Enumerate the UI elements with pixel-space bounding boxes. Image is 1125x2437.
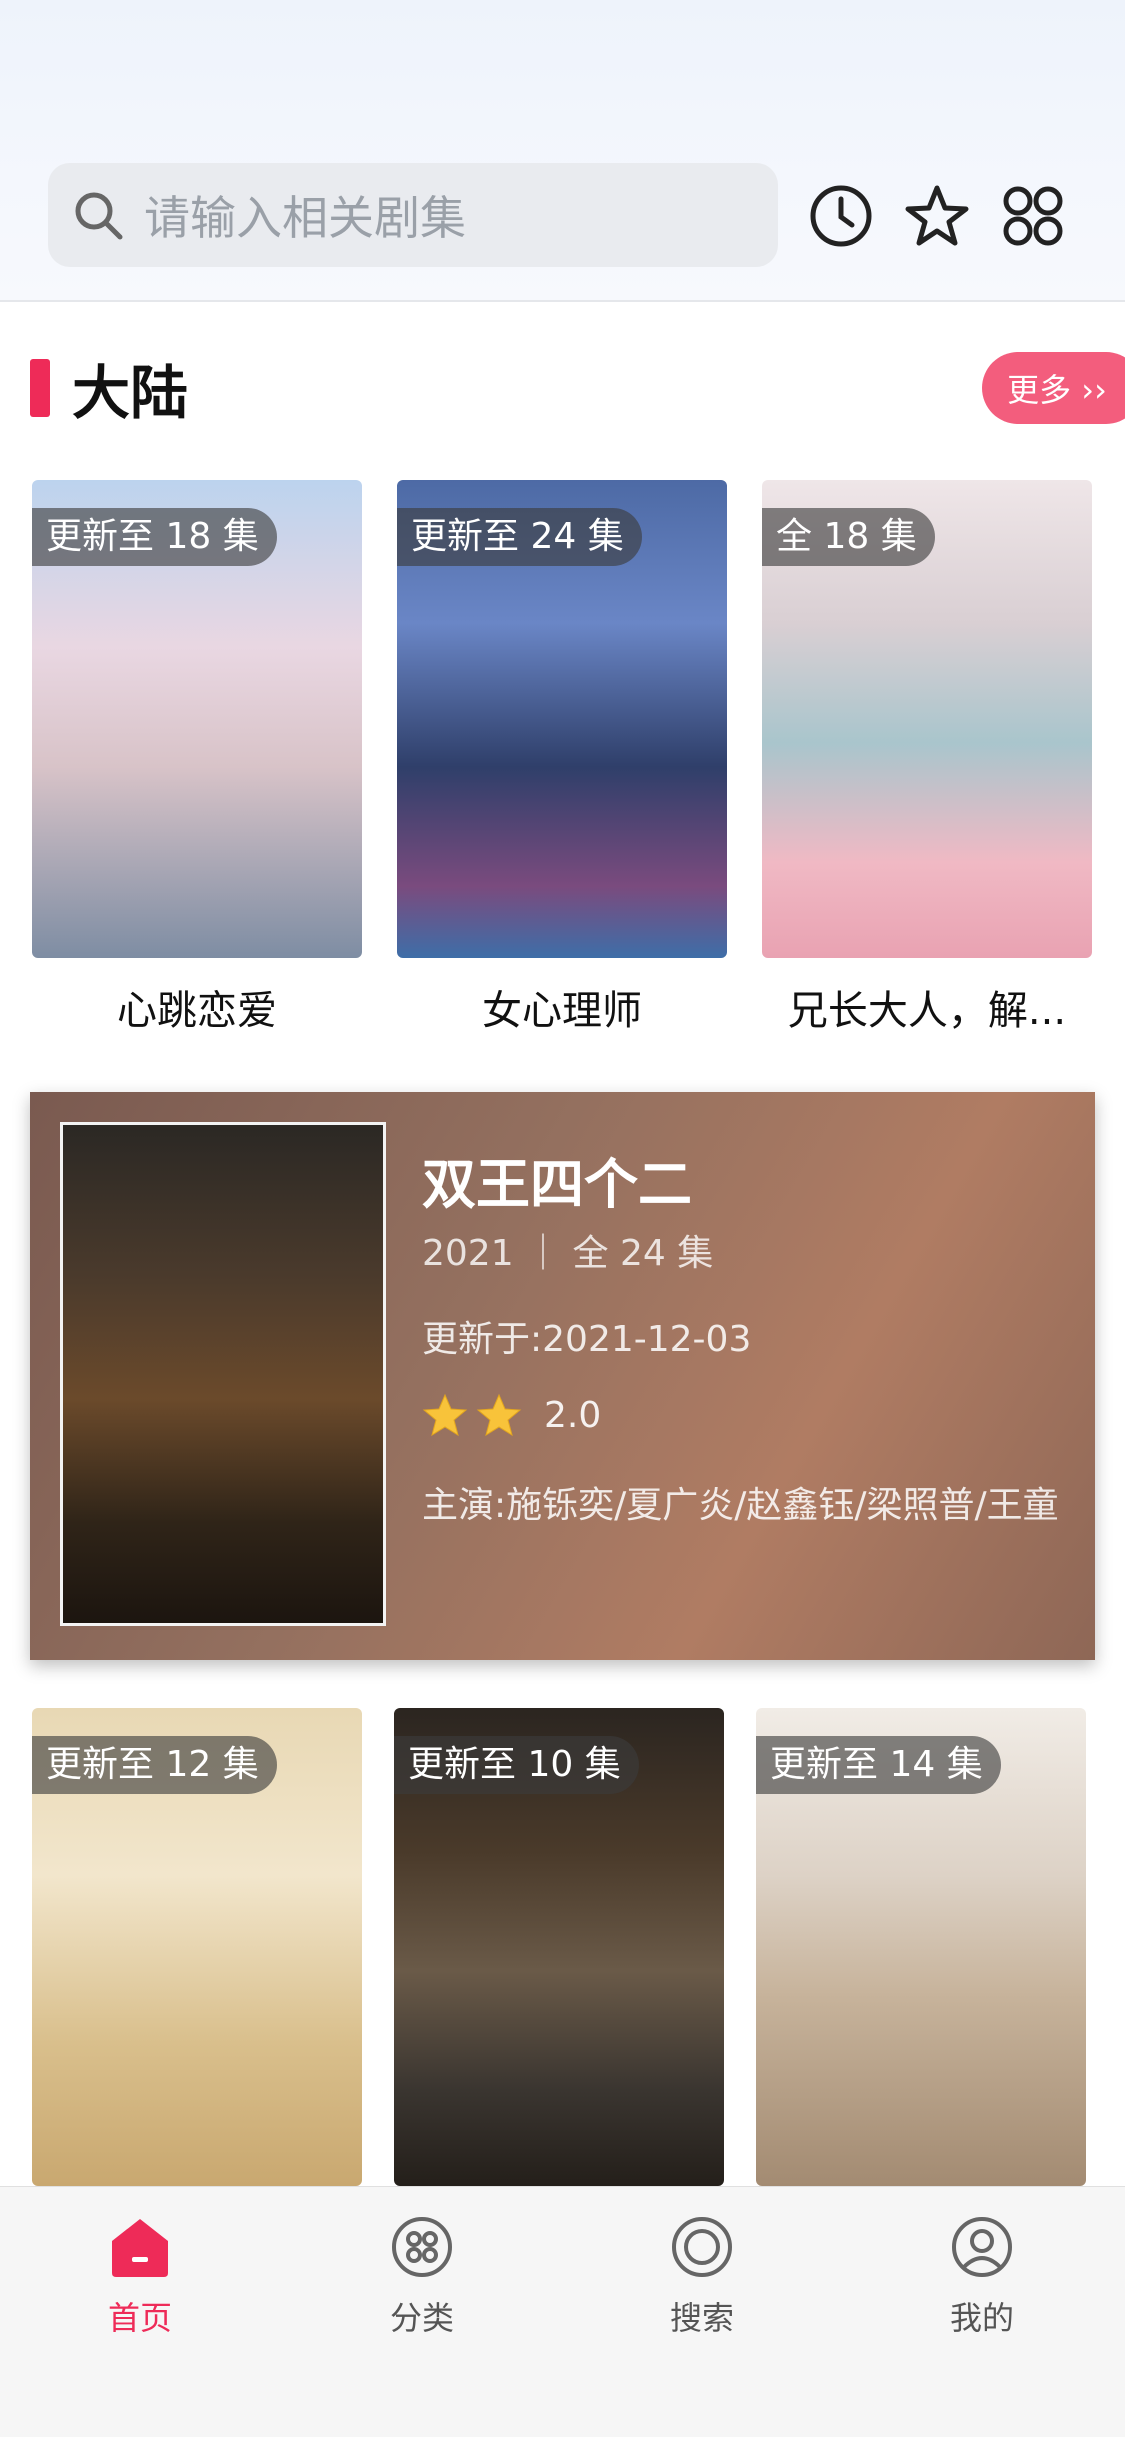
section-header: 大陆 [30, 356, 188, 427]
poster-card[interactable]: 更新至 14 集 [756, 1708, 1086, 2186]
section-title: 大陆 [72, 359, 189, 427]
nav-profile[interactable]: 我的 [892, 2215, 1072, 2339]
profile-icon [952, 2217, 1012, 2277]
episode-badge: 更新至 12 集 [32, 1736, 277, 1794]
search-placeholder: 请输入相关剧集 [144, 191, 466, 245]
poster-card[interactable]: 更新至 24 集 [397, 480, 727, 958]
category-icon [392, 2217, 452, 2277]
nav-search[interactable]: 搜索 [612, 2215, 792, 2339]
more-button[interactable]: 更多 ›› [982, 352, 1125, 424]
episode-badge: 更新至 14 集 [756, 1736, 1001, 1794]
poster-card[interactable]: 更新至 12 集 [32, 1708, 362, 2186]
poster-title[interactable]: 心跳恋爱 [32, 978, 362, 1036]
bottom-navigation: 首页 分类 搜索 我的 [0, 2186, 1125, 2437]
history-icon[interactable] [805, 180, 877, 252]
featured-rating: 2.0 [422, 1392, 601, 1438]
nav-label: 我的 [949, 2299, 1014, 2337]
featured-cast: 主演:施铄奕/夏广炎/赵鑫钰/梁照普/王童 [422, 1485, 1059, 1526]
featured-show-card[interactable]: 双王四个二 2021 ｜ 全 24 集 更新于:2021-12-03 2.0 主… [30, 1092, 1095, 1660]
episode-badge: 更新至 10 集 [394, 1736, 639, 1794]
featured-score: 2.0 [544, 1394, 602, 1436]
nav-label: 搜索 [669, 2299, 734, 2337]
nav-category[interactable]: 分类 [332, 2215, 512, 2339]
poster-title[interactable]: 女心理师 [397, 978, 727, 1036]
nav-home[interactable]: 首页 [50, 2215, 230, 2339]
star-icon [476, 1393, 522, 1437]
nav-label: 分类 [389, 2299, 454, 2337]
nav-label: 首页 [107, 2299, 172, 2337]
poster-card[interactable]: 更新至 18 集 [32, 480, 362, 958]
poster-title[interactable]: 兄长大人，解... [762, 978, 1092, 1036]
featured-cover-image [60, 1122, 386, 1626]
search-icon [75, 192, 123, 240]
section-accent-bar [30, 359, 50, 417]
episode-badge: 全 18 集 [762, 508, 935, 566]
featured-title: 双王四个二 [422, 1153, 692, 1216]
favorite-star-icon[interactable] [901, 180, 973, 252]
header: 请输入相关剧集 [0, 0, 1125, 302]
search-bar[interactable]: 请输入相关剧集 [48, 163, 778, 267]
poster-card[interactable]: 更新至 10 集 [394, 1708, 724, 2186]
home-icon [112, 2219, 168, 2277]
search-circle-icon [672, 2217, 732, 2277]
star-icon [422, 1393, 468, 1437]
featured-meta: 2021 ｜ 全 24 集 [422, 1233, 714, 1274]
episode-badge: 更新至 24 集 [397, 508, 642, 566]
episode-badge: 更新至 18 集 [32, 508, 277, 566]
app-grid-icon[interactable] [997, 180, 1069, 252]
poster-card[interactable]: 全 18 集 [762, 480, 1092, 958]
featured-updated: 更新于:2021-12-03 [422, 1319, 752, 1360]
